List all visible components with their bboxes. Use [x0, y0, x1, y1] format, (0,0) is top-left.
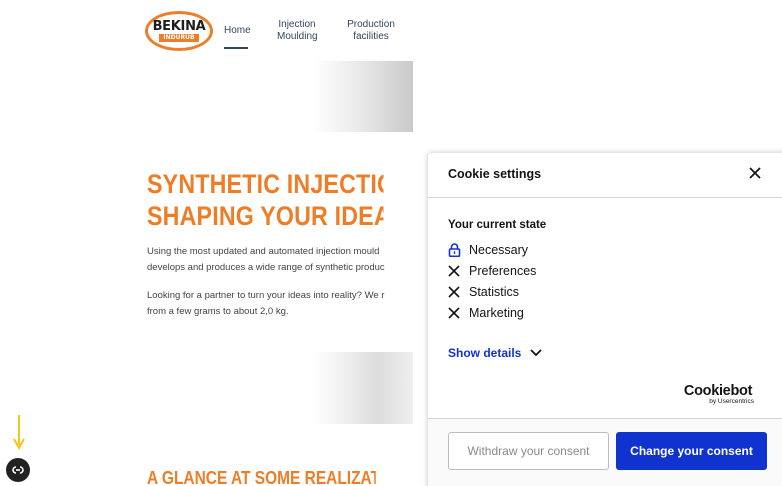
show-details-toggle[interactable]: Show details: [448, 346, 542, 360]
consent-item-label: Preferences: [469, 264, 537, 278]
consent-item-label: Marketing: [469, 306, 524, 320]
annotation-arrow-icon: [13, 415, 25, 451]
realizations-image: [313, 352, 413, 424]
consent-item-label: Necessary: [469, 243, 529, 257]
cookiebot-logo-subtext: by Usercentrics: [709, 398, 754, 405]
cookie-consent-toggle-button[interactable]: [6, 458, 30, 482]
change-consent-button[interactable]: Change your consent: [616, 432, 767, 470]
hero-title: SYNTHETIC INJECTION MOU SHAPING YOUR IDE…: [147, 169, 384, 231]
logo-subtext: INDURUB: [159, 34, 199, 42]
nav-injection-moulding[interactable]: Injection Moulding: [277, 19, 318, 43]
company-logo[interactable]: BEKINA INDURUB: [145, 11, 213, 51]
section-title: A GLANCE AT SOME REALIZATIONS: [147, 468, 376, 486]
withdraw-consent-button[interactable]: Withdraw your consent: [448, 432, 609, 470]
logo-text: BEKINA: [152, 19, 206, 34]
nav-home[interactable]: Home: [224, 25, 251, 37]
close-icon[interactable]: [747, 165, 763, 181]
show-details-label: Show details: [448, 346, 522, 360]
cookie-settings-panel: Cookie settings Your current state Neces…: [428, 153, 782, 486]
consent-item-label: Statistics: [469, 285, 520, 299]
hero-paragraph-2: Looking for a partner to turn your ideas…: [147, 290, 385, 317]
x-icon: [447, 264, 461, 278]
hero-paragraph-1: Using the most updated and automated inj…: [147, 246, 385, 273]
cookie-settings-icon: [12, 466, 24, 474]
cookiebot-logo-text: Cookiebot: [683, 383, 753, 399]
consent-item-preferences: Preferences: [447, 262, 536, 280]
chevron-down-icon: [530, 349, 542, 357]
cookiebot-logo[interactable]: Cookiebot by Usercentrics: [679, 384, 757, 405]
cookie-panel-header: Cookie settings: [428, 153, 782, 198]
cookie-panel-title: Cookie settings: [448, 167, 542, 181]
x-icon: [447, 306, 461, 320]
x-icon: [447, 285, 461, 299]
nav-production-facilities[interactable]: Production facilities: [346, 19, 396, 43]
current-state-heading: Your current state: [448, 219, 547, 231]
consent-item-statistics: Statistics: [447, 283, 519, 301]
lock-icon: [447, 243, 461, 257]
consent-item-marketing: Marketing: [447, 304, 524, 322]
hero-image: [313, 61, 413, 132]
consent-item-necessary: Necessary: [447, 241, 528, 259]
nav-active-indicator: [224, 47, 248, 49]
